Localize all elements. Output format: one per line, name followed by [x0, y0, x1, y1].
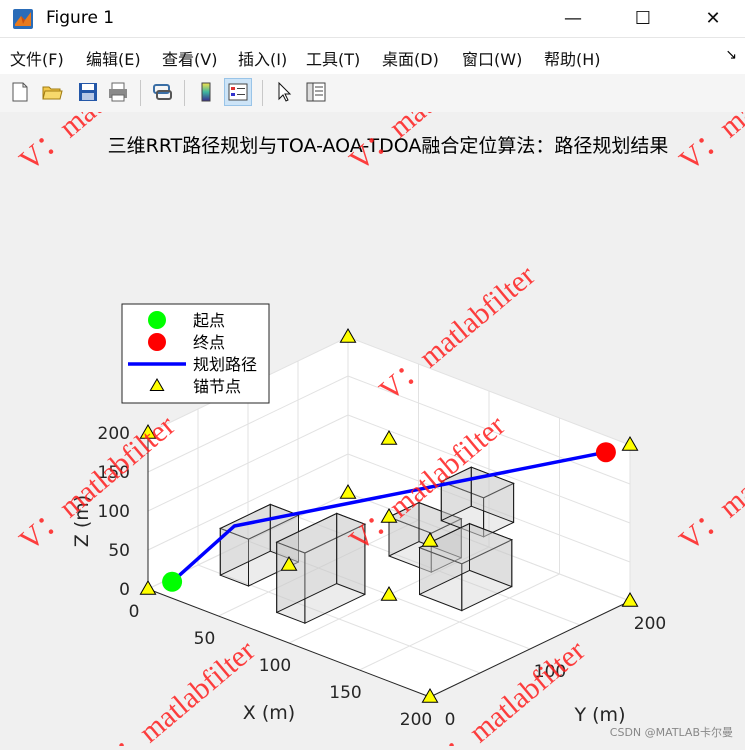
figure-canvas: 0 50 100 150 200 0 100 200 0 50 100 150 200 X (m) Y (m… [0, 29, 745, 750]
menu-desktop[interactable]: 桌面(D) [382, 46, 439, 70]
watermark-text: V：matlabfilter [673, 112, 745, 177]
toolbar [0, 74, 745, 113]
menu-bar: 文件(F) 编辑(E) 查看(V) 插入(I) 工具(T) 桌面(D) 窗口(W… [0, 38, 745, 74]
legend-label: 起点 [193, 311, 225, 330]
menu-file[interactable]: 文件(F) [10, 46, 64, 70]
credit-text: CSDN @MATLAB卡尔曼 [609, 726, 733, 739]
title-bar: Figure 1 — ☐ ✕ [0, 0, 745, 38]
menu-window[interactable]: 窗口(W) [462, 46, 522, 70]
menu-view[interactable]: 查看(V) [162, 46, 217, 70]
legend-icon[interactable] [224, 78, 252, 106]
toolbar-separator [262, 80, 263, 106]
x-tick-label: 100 [259, 656, 291, 676]
y-tick-label: 0 [445, 710, 456, 730]
goal-point-marker [595, 442, 616, 463]
z-tick-label: 100 [98, 502, 130, 522]
start-point-marker [162, 571, 183, 592]
anchor-node-marker [339, 327, 357, 343]
save-icon[interactable] [74, 78, 102, 106]
window-title: Figure 1 [46, 8, 115, 28]
x-axis-label: X (m) [243, 702, 295, 724]
property-editor-icon[interactable] [302, 78, 330, 106]
x-tick-label: 200 [400, 710, 432, 730]
toolbar-separator [140, 80, 141, 106]
watermark-text: V：matlabfilter [673, 409, 745, 557]
new-figure-icon[interactable] [6, 78, 34, 106]
matlab-logo-icon [13, 9, 33, 29]
plot-3d[interactable]: 050100150200 0100200050100150200X (m) Y (m… [0, 29, 745, 750]
y-tick-label: 200 [634, 614, 666, 634]
toolbar-separator [184, 80, 185, 106]
menu-tools[interactable]: 工具(T) [306, 46, 360, 70]
legend-label: 锚节点 [193, 377, 241, 396]
minimize-button[interactable]: — [550, 0, 596, 37]
print-icon[interactable] [104, 78, 132, 106]
legend-label: 终点 [193, 333, 225, 352]
menu-help[interactable]: 帮助(H) [544, 46, 601, 70]
z-tick-label: 0 [119, 580, 130, 600]
z-tick-label: 50 [108, 541, 130, 561]
colorbar-icon[interactable] [192, 78, 220, 106]
link-icon[interactable] [148, 78, 176, 106]
legend-end-symbol [148, 333, 166, 351]
menu-insert[interactable]: 插入(I) [238, 46, 287, 70]
watermark-text: V：matlabfilter [93, 634, 261, 746]
legend-start-symbol [148, 311, 166, 329]
menu-edit[interactable]: 编辑(E) [86, 46, 141, 70]
open-file-icon[interactable] [38, 78, 66, 106]
x-tick-label: 50 [194, 629, 216, 649]
y-axis-label: Y (m) [574, 704, 626, 726]
pointer-icon[interactable] [270, 78, 298, 106]
x-tick-label: 0 [129, 602, 140, 622]
close-button[interactable]: ✕ [690, 0, 736, 37]
legend-label: 规划路径 [193, 355, 257, 374]
maximize-button[interactable]: ☐ [620, 0, 666, 37]
x-tick-label: 150 [329, 683, 361, 703]
menu-overflow-icon[interactable]: ↘ [725, 47, 737, 63]
